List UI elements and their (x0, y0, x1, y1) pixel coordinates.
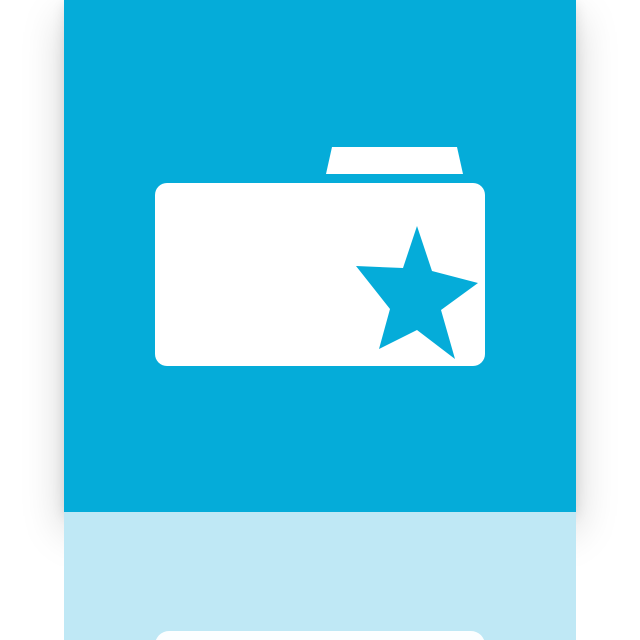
folder-reflection (155, 631, 485, 640)
favorite-folder-icon (155, 147, 485, 366)
app-tile-stage (0, 0, 640, 640)
favorites-folder-tile[interactable] (64, 0, 576, 512)
folder-tab-icon (326, 147, 463, 174)
tile-reflection (64, 512, 576, 640)
